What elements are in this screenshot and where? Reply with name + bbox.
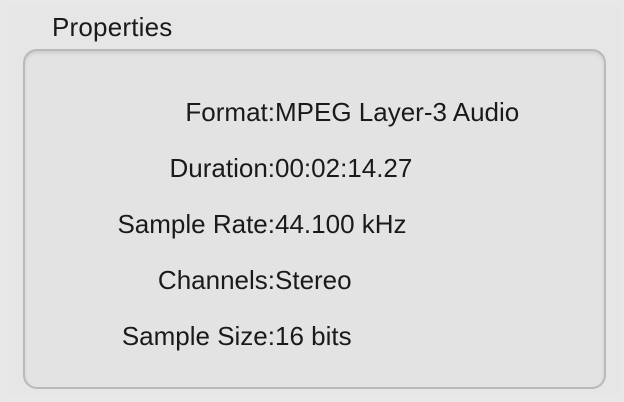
format-label: Format: [185,97,275,127]
duration-label: Duration: [169,153,276,183]
duration-value: 00:02:14.27 [275,153,413,183]
channels-label: Channels: [157,265,275,295]
properties-group-box: Format: MPEG Layer-3 Audio Duration: 00:… [23,49,606,389]
sample-size-label: Sample Size: [121,321,275,351]
property-row-duration: Duration: 00:02:14.27 [25,148,608,188]
format-value: MPEG Layer-3 Audio [275,97,520,127]
properties-panel: Properties Format: MPEG Layer-3 Audio Du… [0,0,624,402]
channels-value: Stereo [275,265,352,295]
properties-group-title: Properties [52,12,173,42]
sample-size-value: 16 bits [275,321,352,351]
sample-rate-value: 44.100 kHz [275,209,407,239]
sample-rate-label: Sample Rate: [117,209,275,239]
property-row-sample-size: Sample Size: 16 bits [25,316,608,356]
property-row-sample-rate: Sample Rate: 44.100 kHz [25,204,608,244]
property-row-channels: Channels: Stereo [25,260,608,300]
property-row-format: Format: MPEG Layer-3 Audio [25,92,608,132]
